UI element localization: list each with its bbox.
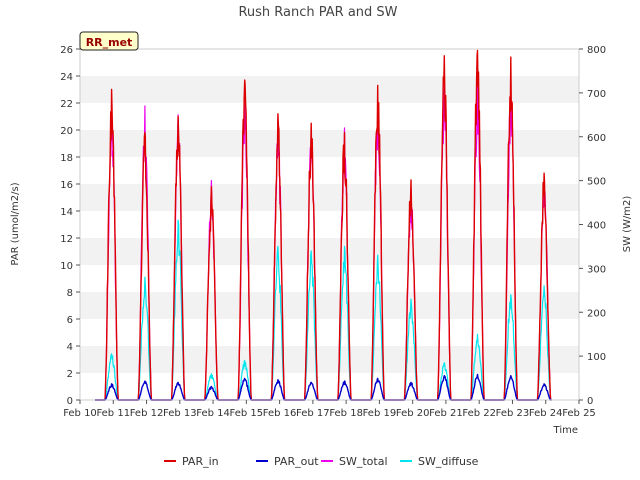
grid-band — [80, 346, 579, 373]
x-tick-label: Feb 14 — [196, 408, 230, 419]
legend-item: SW_total — [321, 455, 388, 468]
y-right-tick-label: 200 — [587, 308, 606, 319]
x-tick-label: Feb 15 — [230, 408, 264, 419]
y-left-tick-label: 22 — [60, 99, 73, 110]
y-right-tick-label: 600 — [587, 133, 606, 144]
legend-label: SW_diffuse — [418, 455, 479, 468]
x-tick-label: Feb 13 — [163, 408, 197, 419]
x-tick-label: Feb 12 — [130, 408, 164, 419]
x-tick-label: Feb 20 — [396, 408, 430, 419]
x-tick-label: Feb 10 — [63, 408, 97, 419]
chart-title: Rush Ranch PAR and SW — [238, 5, 397, 20]
x-tick-label: Feb 18 — [329, 408, 363, 419]
y-left-tick-label: 24 — [60, 72, 73, 83]
legend-item: PAR_in — [164, 455, 219, 468]
legend-label: SW_total — [339, 455, 388, 468]
x-tick-label: Feb 11 — [96, 408, 130, 419]
y-left-tick-label: 16 — [60, 180, 73, 191]
y-left-tick-label: 20 — [60, 126, 73, 137]
y-left-tick-label: 8 — [67, 288, 73, 299]
y-axis-right-label: SW (W/m2) — [622, 196, 633, 253]
x-tick-label: Feb 24 — [529, 408, 563, 419]
y-right-tick-label: 0 — [587, 396, 593, 407]
site-badge: RR_met — [79, 31, 139, 51]
grid-band — [80, 238, 579, 265]
legend-item: SW_diffuse — [400, 455, 479, 468]
legend-item: PAR_out — [256, 455, 319, 468]
legend-label: PAR_in — [182, 455, 219, 468]
y-left-tick-label: 6 — [67, 315, 73, 326]
y-left-tick-label: 18 — [60, 153, 73, 164]
y-left-tick-label: 12 — [60, 234, 73, 245]
grid-band — [80, 76, 579, 103]
x-tick-label: Feb 21 — [429, 408, 463, 419]
x-axis-label: Time — [553, 425, 578, 436]
y-right-tick-label: 400 — [587, 221, 606, 232]
x-tick-label: Feb 19 — [363, 408, 397, 419]
y-right-tick-label: 100 — [587, 352, 606, 363]
site-badge-label: RR_met — [86, 36, 133, 49]
y-left-tick-label: 26 — [60, 45, 73, 56]
y-right-tick-label: 800 — [587, 45, 606, 56]
chart: 0246810121416182022242601002003004005006… — [10, 5, 633, 468]
y-left-tick-label: 0 — [67, 396, 73, 407]
y-left-tick-label: 4 — [67, 342, 73, 353]
grid-band — [80, 184, 579, 211]
x-tick-label: Feb 17 — [296, 408, 330, 419]
x-tick-label: Feb 16 — [263, 408, 297, 419]
y-right-tick-label: 500 — [587, 177, 606, 188]
grid-bands — [80, 76, 579, 373]
y-left-tick-label: 14 — [60, 207, 73, 218]
y-right-tick-label: 300 — [587, 264, 606, 275]
x-tick-label: Feb 25 — [562, 408, 596, 419]
grid-band — [80, 292, 579, 319]
x-tick-label: Feb 22 — [462, 408, 496, 419]
y-axis-left-label: PAR (umol/m2/s) — [10, 182, 21, 265]
y-right-tick-label: 700 — [587, 89, 606, 100]
legend-label: PAR_out — [274, 455, 319, 468]
legend: PAR_in PAR_out SW_total SW_diffuse — [164, 455, 479, 468]
grid-band — [80, 130, 579, 157]
y-left-tick-label: 10 — [60, 261, 73, 272]
x-tick-label: Feb 23 — [496, 408, 530, 419]
y-left-tick-label: 2 — [67, 369, 73, 380]
